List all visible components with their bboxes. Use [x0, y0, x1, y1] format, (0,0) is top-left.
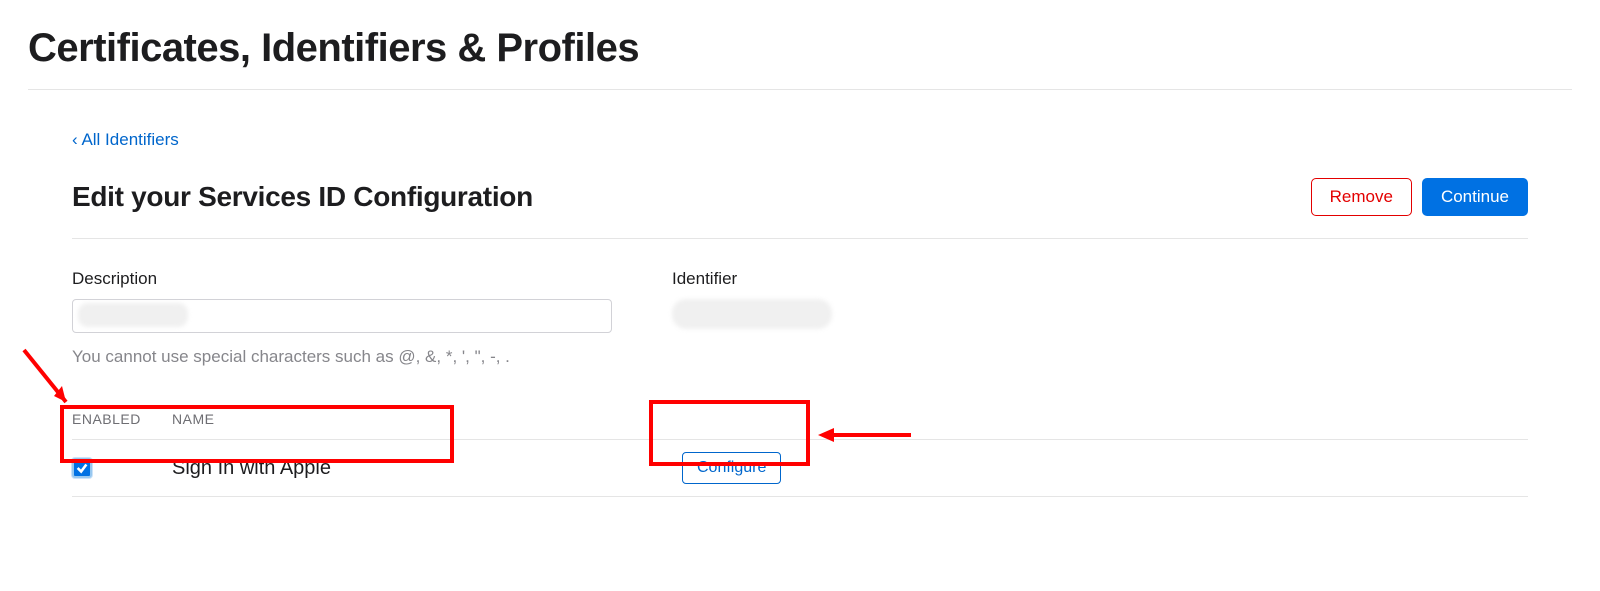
description-column: Description You cannot use special chara…: [72, 269, 612, 367]
description-hint: You cannot use special characters such a…: [72, 347, 612, 367]
description-input[interactable]: [72, 299, 612, 333]
enabled-checkbox[interactable]: [72, 458, 92, 478]
capability-name: Sign In with Apple: [172, 457, 672, 480]
enabled-cell: [72, 458, 172, 478]
header-name: NAME: [172, 411, 672, 427]
identifier-column: Identifier: [672, 269, 972, 367]
capability-action-cell: Configure: [682, 452, 882, 484]
header-enabled: ENABLED: [72, 411, 172, 427]
continue-button[interactable]: Continue: [1422, 178, 1528, 216]
button-group: Remove Continue: [1311, 178, 1528, 216]
form-row: Description You cannot use special chara…: [72, 269, 1528, 367]
checkmark-icon: [75, 461, 89, 475]
back-all-identifiers-link[interactable]: ‹ All Identifiers: [72, 130, 179, 150]
identifier-value-redacted: [672, 299, 832, 329]
subtitle: Edit your Services ID Configuration: [72, 181, 533, 213]
page-title: Certificates, Identifiers & Profiles: [28, 0, 1572, 90]
capabilities-header: ENABLED NAME: [72, 411, 1528, 439]
description-label: Description: [72, 269, 612, 289]
capability-row: Sign In with Apple Configure: [72, 439, 1528, 497]
configure-button[interactable]: Configure: [682, 452, 781, 484]
capabilities-table: ENABLED NAME Sign In with Apple Configur…: [72, 411, 1528, 497]
identifier-label: Identifier: [672, 269, 972, 289]
remove-button[interactable]: Remove: [1311, 178, 1412, 216]
header-row: Edit your Services ID Configuration Remo…: [72, 178, 1528, 239]
